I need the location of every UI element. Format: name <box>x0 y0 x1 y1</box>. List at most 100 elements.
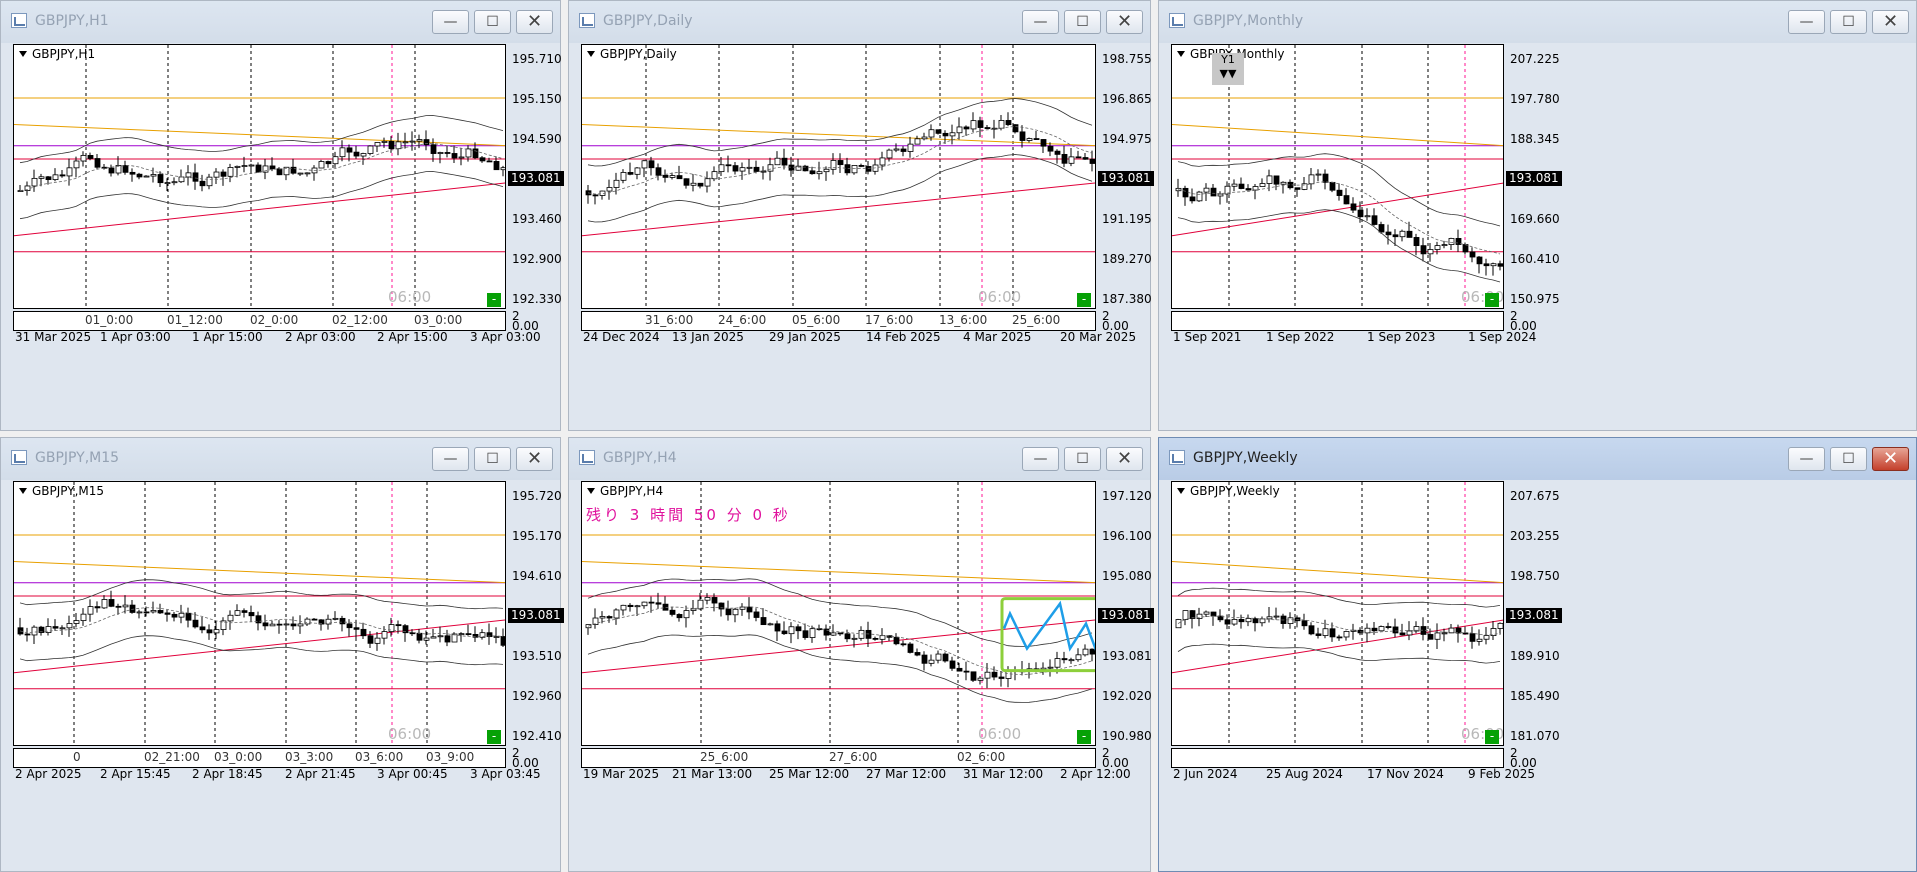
minimize-button[interactable]: — <box>1788 10 1825 34</box>
symbol-legend[interactable]: GBPJPY,H4 <box>587 484 663 498</box>
candle <box>108 167 115 174</box>
candle <box>59 174 66 177</box>
candle <box>732 608 739 616</box>
signal-indicator[interactable]: - <box>487 293 501 307</box>
minimize-button[interactable]: — <box>432 447 469 471</box>
candle <box>1413 237 1420 247</box>
title-bar[interactable]: GBPJPY,M15 — ☐ ✕ <box>1 438 560 480</box>
time-axis-label: 9 Feb 2025 <box>1468 767 1536 781</box>
time-axis-label: 1 Sep 2023 <box>1367 330 1436 344</box>
signal-indicator[interactable]: - <box>1077 730 1091 744</box>
timeframe-toggle[interactable]: Y1 ▼▼ <box>1212 53 1244 85</box>
candle <box>613 179 620 188</box>
minimize-button[interactable]: — <box>1022 447 1059 471</box>
close-button[interactable]: ✕ <box>516 10 553 34</box>
candle <box>683 178 690 186</box>
close-button[interactable]: ✕ <box>1106 447 1143 471</box>
candle <box>164 612 171 615</box>
chart-window-daily[interactable]: GBPJPY,Daily — ☐ ✕ GBPJPY,Daily 06:00 - 198.755… <box>568 0 1154 431</box>
candle <box>1476 638 1483 642</box>
title-bar[interactable]: GBPJPY,Daily — ☐ ✕ <box>569 1 1150 43</box>
trend-line <box>14 619 505 674</box>
signal-indicator[interactable]: - <box>487 730 501 744</box>
close-button[interactable]: ✕ <box>1872 447 1909 471</box>
trend-line <box>14 561 505 584</box>
candle <box>276 623 283 626</box>
symbol-legend[interactable]: GBPJPY,M15 <box>19 484 104 498</box>
chart-window-icon <box>579 13 595 28</box>
signal-indicator[interactable]: - <box>1485 293 1499 307</box>
candle <box>269 623 276 627</box>
signal-indicator[interactable]: - <box>1077 293 1091 307</box>
candle <box>1308 625 1315 635</box>
maximize-button[interactable]: ☐ <box>1830 10 1867 34</box>
candle <box>1061 153 1068 164</box>
price-level-label: 207.675 <box>1510 489 1560 503</box>
candle <box>395 141 402 150</box>
maximize-button[interactable]: ☐ <box>1064 447 1101 471</box>
title-bar[interactable]: GBPJPY,H4 — ☐ ✕ <box>569 438 1150 480</box>
minimize-button[interactable]: — <box>432 10 469 34</box>
maximize-button[interactable]: ☐ <box>474 447 511 471</box>
candle <box>66 623 73 629</box>
price-chart-area[interactable]: GBPJPY,M15 06:00 - <box>13 481 506 746</box>
candle <box>1308 174 1315 185</box>
candle <box>1047 666 1054 669</box>
candle <box>276 168 283 176</box>
time-axis-label: 21 Mar 13:00 <box>672 767 753 781</box>
candle <box>94 158 101 168</box>
minimize-button[interactable]: — <box>1022 10 1059 34</box>
title-bar[interactable]: GBPJPY,H1 — ☐ ✕ <box>1 1 560 43</box>
chart-window-monthly[interactable]: GBPJPY,Monthly —☐✕ GBPJPY,MonthlyY1▼▼06:00… <box>1158 0 1917 431</box>
bar-countdown: 残り 3 時間 50 分 0 秒 <box>586 506 791 524</box>
period-separator-label: 02_12:00 <box>332 313 388 327</box>
candle <box>339 147 346 158</box>
close-button[interactable]: ✕ <box>1106 10 1143 34</box>
candle <box>767 164 774 172</box>
candle <box>332 617 339 620</box>
close-button[interactable]: ✕ <box>1872 10 1909 34</box>
price-chart-area[interactable]: GBPJPY,H1 06:00 - <box>13 44 506 309</box>
candle <box>87 606 94 615</box>
close-button[interactable]: ✕ <box>516 447 553 471</box>
price-chart-area[interactable]: GBPJPY,MonthlyY1▼▼06:00- <box>1171 44 1504 309</box>
current-price-tag: 193.081 <box>508 171 564 187</box>
candle <box>395 624 402 627</box>
time-axis-label: 1 Apr 03:00 <box>100 330 171 344</box>
symbol-legend[interactable]: GBPJPY,Weekly <box>1177 484 1280 498</box>
candle <box>942 653 949 662</box>
title-bar[interactable]: GBPJPY,Monthly — ☐ ✕ <box>1159 1 1916 43</box>
maximize-button[interactable]: ☐ <box>1064 10 1101 34</box>
price-chart-area[interactable]: GBPJPY,Weekly 06:00- <box>1171 481 1504 746</box>
signal-indicator[interactable]: - <box>1485 730 1499 744</box>
price-level-label: 189.270 <box>1102 252 1152 266</box>
title-bar[interactable]: GBPJPY,Weekly — ☐ ✕ <box>1159 438 1916 480</box>
maximize-button[interactable]: ☐ <box>1830 447 1867 471</box>
chart-window-h1[interactable]: GBPJPY,H1 — ☐ ✕ GBPJPY,H1 06:00 - 195.710 195.15… <box>0 0 564 431</box>
candle <box>669 175 676 178</box>
candle <box>171 181 178 184</box>
period-separator-label: 03_9:00 <box>426 750 475 764</box>
chart-window-m15[interactable]: GBPJPY,M15 — ☐ ✕ GBPJPY,M15 06:00 - 195.720 195.… <box>0 437 564 872</box>
candle <box>809 628 816 638</box>
symbol-legend[interactable]: GBPJPY,H1 <box>19 47 95 61</box>
indicator-subwindow[interactable] <box>1171 311 1504 331</box>
maximize-button[interactable]: ☐ <box>474 10 511 34</box>
candle <box>1189 196 1196 202</box>
symbol-legend[interactable]: GBPJPY,Daily <box>587 47 677 61</box>
candle <box>1182 610 1189 620</box>
candle <box>753 166 760 172</box>
candle <box>1483 263 1490 267</box>
candle <box>1378 626 1385 632</box>
candle <box>199 180 206 187</box>
candle <box>998 676 1005 679</box>
minimize-button[interactable]: — <box>1788 447 1825 471</box>
chart-window-h4[interactable]: GBPJPY,H4 — ☐ ✕ GBPJPY,H4 残り 3 時間 50 分 0 秒 06:… <box>568 437 1154 872</box>
price-chart-area[interactable]: GBPJPY,Daily 06:00 - <box>581 44 1096 309</box>
indicator-subwindow[interactable] <box>1171 748 1504 768</box>
candle <box>928 659 935 664</box>
candle <box>907 143 914 152</box>
chart-window-weekly[interactable]: GBPJPY,Weekly — ☐ ✕ GBPJPY,Weekly 06:00- 207.6… <box>1158 437 1917 872</box>
price-chart-area[interactable]: GBPJPY,H4 残り 3 時間 50 分 0 秒 06:00 - <box>581 481 1096 746</box>
candle <box>760 617 767 626</box>
